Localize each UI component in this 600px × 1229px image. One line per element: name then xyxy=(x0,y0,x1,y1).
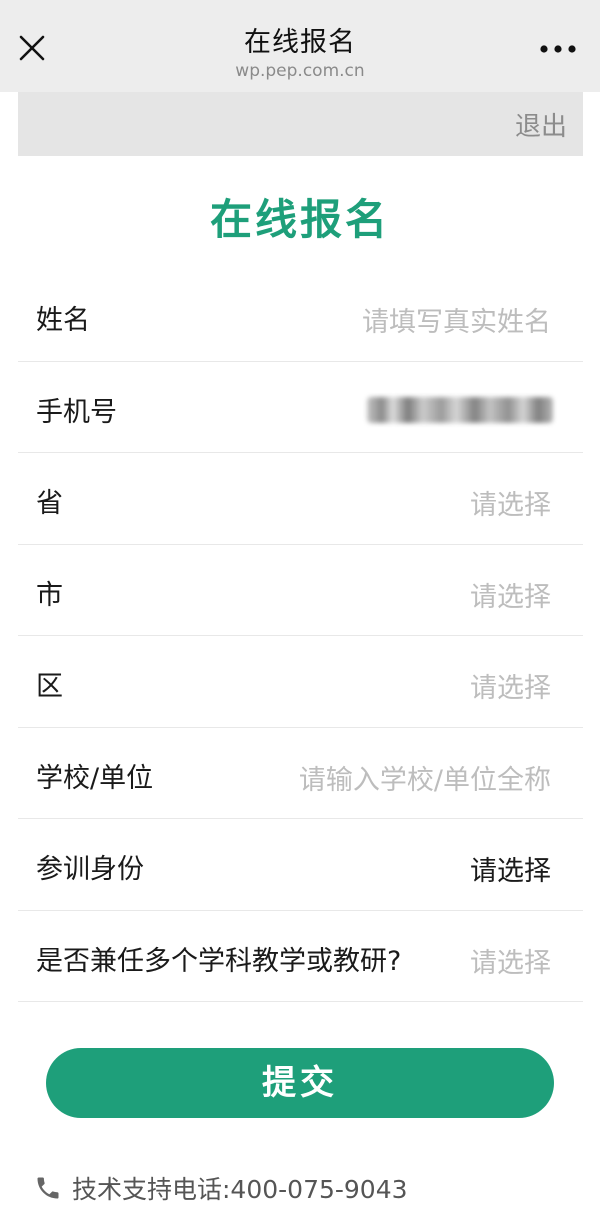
district-label: 区 xyxy=(36,671,63,702)
form-row-school[interactable]: 学校/单位 请输入学校/单位全称 xyxy=(18,728,583,819)
form-row-district[interactable]: 区 请选择 xyxy=(18,636,583,728)
identity-select[interactable]: 请选择 xyxy=(470,849,551,888)
school-label: 学校/单位 xyxy=(36,762,154,794)
multi-subject-label: 是否兼任多个学科教学或教研? xyxy=(36,945,402,977)
district-select[interactable]: 请选择 xyxy=(470,666,551,705)
name-label: 姓名 xyxy=(36,305,90,336)
nav-url: wp.pep.com.cn xyxy=(235,61,365,81)
page-title: 在线报名 xyxy=(209,195,390,244)
name-input[interactable]: 请填写真实姓名 xyxy=(362,300,551,339)
form-row-identity[interactable]: 参训身份 请选择 xyxy=(18,819,583,911)
form-row-multi-subject[interactable]: 是否兼任多个学科教学或教研? 请选择 xyxy=(18,911,583,1002)
more-icon xyxy=(540,45,576,53)
form-row-city[interactable]: 市 请选择 xyxy=(18,545,583,636)
support-info: 技术支持电话:400-075-9043 xyxy=(34,1170,408,1206)
province-label: 省 xyxy=(36,488,63,519)
phone-icon xyxy=(37,1177,59,1199)
form-row-phone[interactable]: 手机号 xyxy=(18,362,583,453)
nav-title: 在线报名 xyxy=(244,27,356,58)
city-select[interactable]: 请选择 xyxy=(470,575,551,614)
city-label: 市 xyxy=(36,579,63,611)
identity-label: 参训身份 xyxy=(36,854,144,885)
more-button[interactable] xyxy=(538,32,578,62)
registration-form: 姓名 请填写真实姓名 手机号 省 请选择 市 请选择 区 请选择 学校/单位 请… xyxy=(18,270,583,1002)
logout-bar: 退出 xyxy=(18,92,583,156)
province-select[interactable]: 请选择 xyxy=(470,483,551,522)
submit-button[interactable]: 提交 xyxy=(46,1048,554,1118)
phone-input[interactable] xyxy=(367,396,553,423)
support-text: 技术支持电话:400-075-9043 xyxy=(72,1175,408,1204)
logout-button[interactable]: 退出 xyxy=(515,106,567,143)
nav-bar: 在线报名 wp.pep.com.cn xyxy=(0,0,600,92)
form-row-province[interactable]: 省 请选择 xyxy=(18,453,583,545)
form-row-name[interactable]: 姓名 请填写真实姓名 xyxy=(18,270,583,362)
school-input[interactable]: 请输入学校/单位全称 xyxy=(299,758,551,797)
multi-subject-select[interactable]: 请选择 xyxy=(470,941,551,980)
phone-label: 手机号 xyxy=(36,396,117,428)
